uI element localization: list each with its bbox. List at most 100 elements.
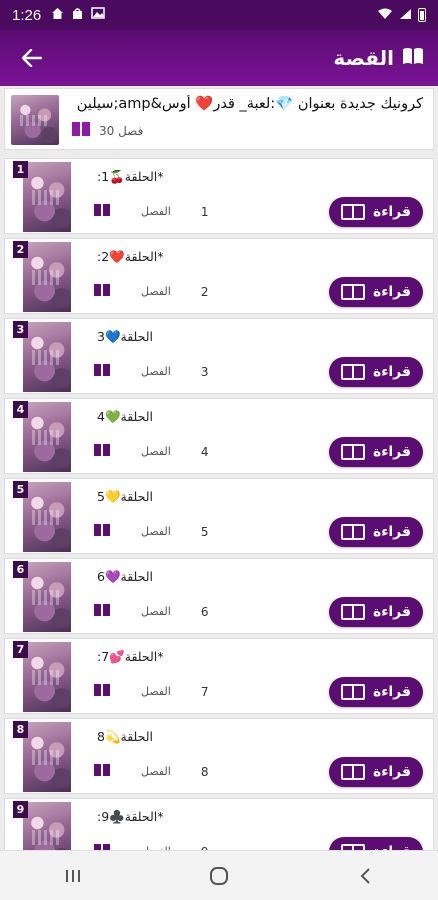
chapter-list-item[interactable]: 7 *الحلقة💕7: الفصل 7 قراءة: [4, 638, 434, 714]
chapter-info: الفصل 5: [93, 523, 208, 540]
home-icon: [51, 7, 64, 24]
open-book-icon: [340, 524, 365, 540]
chapter-label: الفصل: [141, 205, 171, 218]
chapter-index-badge: 8: [13, 721, 28, 738]
chapter-list-item[interactable]: 6 الحلقة💜6 الفصل 6 قراءة: [4, 558, 434, 634]
chapter-info: الفصل 1: [93, 203, 208, 220]
chapter-list-item[interactable]: 5 الحلقة💛5 الفصل 5 قراءة: [4, 478, 434, 554]
read-button-label: قراءة: [372, 764, 412, 780]
story-cover-image: [11, 95, 59, 145]
read-button[interactable]: قراءة: [329, 597, 423, 627]
book-icon: [93, 763, 111, 780]
open-book-icon: [340, 364, 365, 380]
read-button[interactable]: قراءة: [329, 677, 423, 707]
recents-button[interactable]: [43, 856, 103, 896]
open-book-icon: [340, 604, 365, 620]
chapter-number: 1: [200, 204, 209, 219]
book-icon: [71, 121, 91, 140]
app-bar: القصة: [0, 30, 438, 86]
chapter-index-badge: 9: [13, 801, 28, 818]
read-button-label: قراءة: [372, 364, 412, 380]
chapter-info: الفصل 7: [93, 683, 208, 700]
chapter-cover-image: [23, 722, 71, 792]
system-nav-bar: [0, 850, 438, 900]
appbar-title-group: القصة: [333, 46, 424, 70]
chapter-list-item[interactable]: 3 الحلقة💙3 الفصل 3 قراءة: [4, 318, 434, 394]
back-button[interactable]: [14, 40, 50, 76]
chapter-title: *الحلقة❤️2:: [97, 249, 164, 264]
chapter-cover-image: [23, 322, 71, 392]
battery-icon: [418, 8, 426, 22]
chapter-title: الحلقة💫8: [97, 729, 154, 744]
chapter-label: الفصل: [141, 525, 171, 538]
chapter-list-item[interactable]: 8 الحلقة💫8 الفصل 8 قراءة: [4, 718, 434, 794]
read-button-label: قراءة: [372, 204, 412, 220]
chapter-info: الفصل 4: [93, 443, 208, 460]
recents-icon: [66, 869, 80, 882]
chapter-info: الفصل 8: [93, 763, 208, 780]
chapter-list: 1 *الحلقة🍒1: الفصل 1 قراءة 2 *الحلقة❤️2:…: [4, 158, 434, 878]
chapter-label: الفصل: [141, 685, 171, 698]
chapter-list-item[interactable]: 2 *الحلقة❤️2: الفصل 2 قراءة: [4, 238, 434, 314]
open-book-icon: [340, 684, 365, 700]
story-header[interactable]: كرونيك جديدة بعنوان 💎:لعبة_ قدر❤️ أوس&am…: [4, 88, 434, 150]
chapter-label: الفصل: [141, 365, 171, 378]
chapter-number: 6: [200, 604, 209, 619]
open-book-icon: [340, 204, 365, 220]
chapter-title: *الحلقة💕7:: [97, 649, 164, 664]
book-icon: [402, 46, 424, 70]
read-button[interactable]: قراءة: [329, 437, 423, 467]
chapter-title: الحلقة💙3: [97, 329, 154, 344]
app-root: 1:26 القصة كرونيك جديدة بعنوان 💎:لعبة_ ق…: [0, 0, 438, 900]
chapter-index-badge: 1: [13, 161, 28, 178]
book-icon: [93, 443, 111, 460]
signal-icon: [399, 8, 412, 23]
chapters-count: 30 فصل: [99, 123, 144, 138]
chapter-cover-image: [23, 402, 71, 472]
chapter-title: *الحلقة🍒1:: [97, 169, 164, 184]
chapter-number: 5: [200, 524, 209, 539]
chapter-label: الفصل: [141, 445, 171, 458]
book-icon: [93, 603, 111, 620]
chapter-title: الحلقة💛5: [97, 489, 154, 504]
chapter-cover-image: [23, 242, 71, 312]
status-time: 1:26: [12, 6, 42, 24]
chapter-cover-image: [23, 562, 71, 632]
open-book-icon: [340, 444, 365, 460]
chapter-label: الفصل: [141, 605, 171, 618]
read-button[interactable]: قراءة: [329, 357, 423, 387]
chapter-index-badge: 2: [13, 241, 28, 258]
arrow-left-icon: [22, 49, 42, 67]
chapter-cover-image: [23, 162, 71, 232]
chapter-label: الفصل: [141, 765, 171, 778]
back-chevron-icon: [360, 867, 370, 884]
read-button-label: قراءة: [372, 444, 412, 460]
chapter-index-badge: 4: [13, 401, 28, 418]
chapter-title: *الحلقة♣️9:: [97, 809, 164, 824]
read-button-label: قراءة: [372, 604, 412, 620]
read-button[interactable]: قراءة: [329, 517, 423, 547]
chapter-info: الفصل 2: [93, 283, 208, 300]
chapter-number: 8: [200, 764, 209, 779]
chapter-list-item[interactable]: 4 الحلقة💚4 الفصل 4 قراءة: [4, 398, 434, 474]
chapter-index-badge: 3: [13, 321, 28, 338]
story-title: كرونيك جديدة بعنوان 💎:لعبة_ قدر❤️ أوس&am…: [76, 96, 423, 112]
read-button-label: قراءة: [372, 284, 412, 300]
image-icon: [91, 7, 105, 23]
chapter-title: الحلقة💚4: [97, 409, 154, 424]
read-button[interactable]: قراءة: [329, 757, 423, 787]
read-button[interactable]: قراءة: [329, 277, 423, 307]
chapter-label: الفصل: [141, 285, 171, 298]
open-book-icon: [340, 764, 365, 780]
page-title: القصة: [333, 46, 394, 70]
system-back-button[interactable]: [335, 856, 395, 896]
wifi-icon: [377, 8, 393, 23]
read-button[interactable]: قراءة: [329, 197, 423, 227]
chapter-list-item[interactable]: 1 *الحلقة🍒1: الفصل 1 قراءة: [4, 158, 434, 234]
read-button-label: قراءة: [372, 524, 412, 540]
book-icon: [93, 683, 111, 700]
home-button[interactable]: [189, 856, 249, 896]
chapter-index-badge: 7: [13, 641, 28, 658]
book-icon: [93, 523, 111, 540]
chapter-index-badge: 5: [13, 481, 28, 498]
